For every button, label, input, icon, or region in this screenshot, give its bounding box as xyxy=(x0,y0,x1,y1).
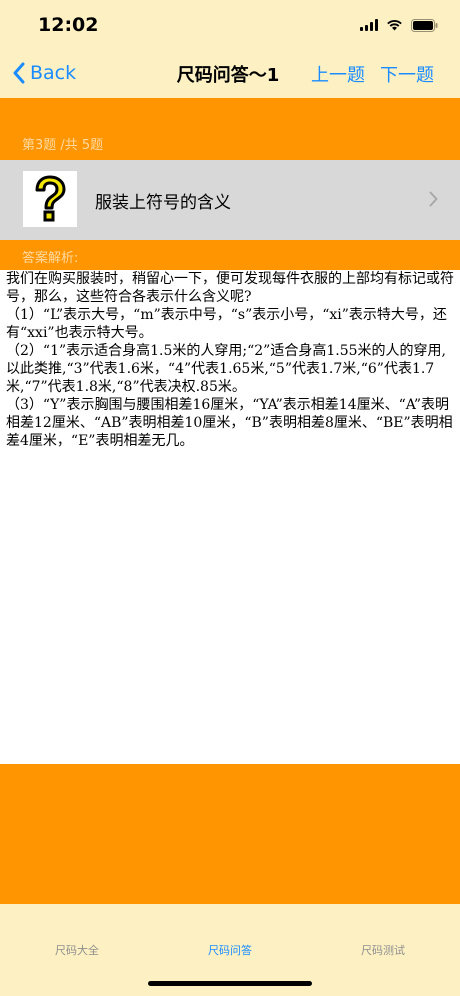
answer-paragraph: （1）“L”表示大号，“m”表示中号，“s”表示小号，“xi”表示特大号，还有“… xyxy=(6,307,447,341)
previous-question-button[interactable]: 上一题 xyxy=(311,61,365,87)
wifi-icon xyxy=(387,20,402,31)
battery-icon xyxy=(411,18,438,32)
navigation-bar: Back 尺码问答～1 上一题 下一题 xyxy=(0,48,460,98)
status-icons xyxy=(360,15,438,35)
footer-banner xyxy=(0,764,460,904)
tab-size-chart[interactable]: 尺码大全 xyxy=(17,942,137,958)
tab-size-qa[interactable]: 尺码问答 xyxy=(170,942,290,958)
chevron-left-icon xyxy=(13,62,25,84)
answer-text: 我们在购买服装时，稍留心一下，便可发现每件衣服的上部均有标记或符号，那么，这些符… xyxy=(6,270,454,764)
next-question-button[interactable]: 下一题 xyxy=(380,61,434,87)
question-row[interactable]: 服装上符号的含义 xyxy=(0,160,460,240)
status-time: 12:02 xyxy=(38,14,99,36)
question-title: 服装上符号的含义 xyxy=(95,193,231,213)
question-mark-icon xyxy=(23,171,77,227)
answer-header: 答案解析: xyxy=(0,240,460,270)
back-button-label: Back xyxy=(30,62,77,84)
answer-paragraph: （3）“Y”表示胸围与腰围相差16厘米，“YA”表示相差14厘米、“A”表明相差… xyxy=(6,397,453,449)
back-button[interactable]: Back xyxy=(12,58,76,88)
answer-paragraph: （2）“1”表示适合身高1.5米的人穿用;“2”适合身高1.55米的人的穿用,以… xyxy=(6,343,446,395)
signal-icon xyxy=(360,19,378,31)
page-title-text: 尺码问答～1 xyxy=(176,65,280,86)
chevron-right-icon xyxy=(429,191,438,207)
progress-header: 第3题 /共 5题 xyxy=(0,98,460,160)
status-bar: 12:02 xyxy=(0,0,460,48)
question-progress: 第3题 /共 5题 xyxy=(22,138,104,153)
tab-size-test[interactable]: 尺码测试 xyxy=(323,942,443,958)
home-indicator xyxy=(148,981,312,986)
answer-paragraph: 我们在购买服装时，稍留心一下，便可发现每件衣服的上部均有标记或符号，那么，这些符… xyxy=(6,271,454,305)
answer-label: 答案解析: xyxy=(22,251,79,266)
